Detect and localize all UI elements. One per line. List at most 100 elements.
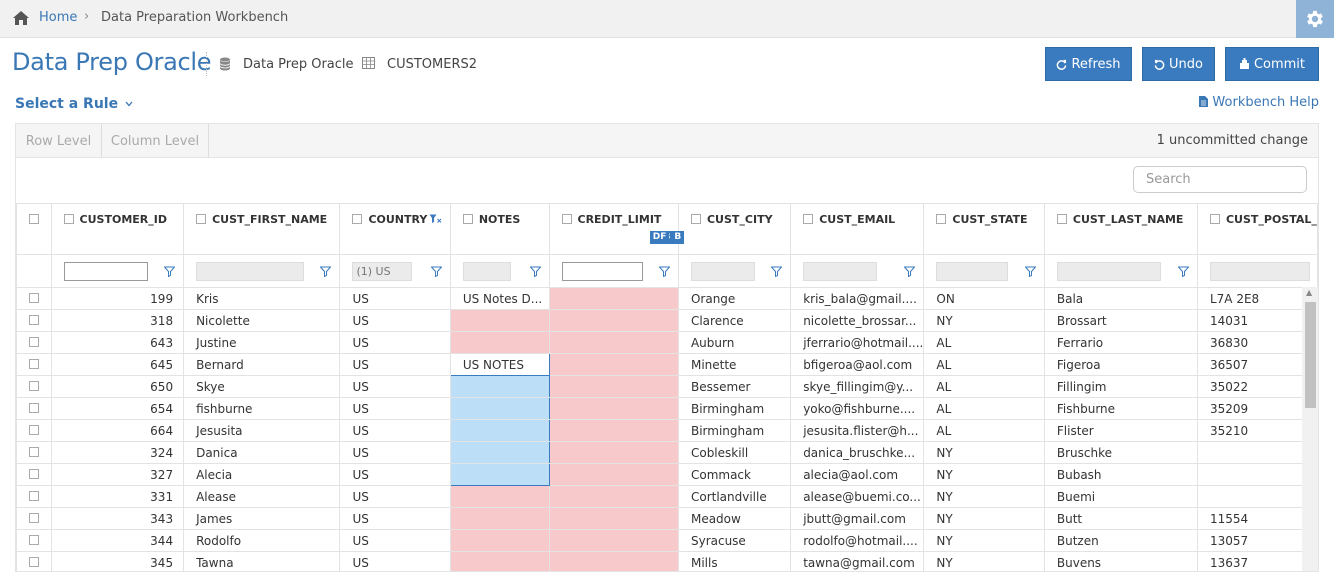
cell-state[interactable]: NY bbox=[923, 309, 1045, 332]
tab-column-level[interactable]: Column Level bbox=[102, 124, 209, 158]
row-checkbox[interactable] bbox=[28, 534, 39, 545]
cell-last-name[interactable]: Bala bbox=[1043, 287, 1198, 310]
table-row[interactable]: 643 Justine US Auburn jferrario@hotmail.... A… bbox=[16, 331, 1318, 354]
cell-country[interactable]: US bbox=[339, 529, 451, 552]
tab-row-level[interactable]: Row Level bbox=[16, 124, 102, 158]
cell-credit-limit[interactable] bbox=[548, 419, 679, 442]
column-filter-input[interactable] bbox=[561, 262, 643, 281]
cell-customer-id[interactable]: 645 bbox=[50, 353, 185, 376]
cell-notes[interactable] bbox=[449, 529, 550, 552]
table-row[interactable]: 331 Alease US Cortlandville alease@buemi.co.… bbox=[16, 485, 1318, 508]
column-select-checkbox[interactable] bbox=[352, 214, 363, 224]
cell-email[interactable]: rodolfo@hotmail.... bbox=[790, 529, 925, 552]
filter-icon[interactable] bbox=[771, 266, 783, 277]
cell-first-name[interactable]: Tawna bbox=[183, 551, 341, 571]
row-checkbox[interactable] bbox=[28, 402, 39, 413]
cell-city[interactable]: Orange bbox=[677, 287, 792, 310]
cell-city[interactable]: Mills bbox=[677, 551, 792, 571]
column-filter-input[interactable] bbox=[63, 262, 148, 281]
column-filter-input[interactable] bbox=[690, 262, 755, 281]
cell-email[interactable]: skye_fillingim@y... bbox=[790, 375, 925, 398]
cell-notes[interactable] bbox=[449, 463, 550, 486]
filter-icon[interactable] bbox=[1024, 266, 1036, 277]
cell-customer-id[interactable]: 643 bbox=[50, 331, 185, 354]
cell-country[interactable]: US bbox=[339, 419, 451, 442]
filter-icon[interactable] bbox=[430, 266, 442, 277]
cell-email[interactable]: nicolette_brossar... bbox=[790, 309, 925, 332]
cell-last-name[interactable]: Bubash bbox=[1043, 463, 1198, 486]
cell-country[interactable]: US bbox=[339, 353, 451, 376]
cell-last-name[interactable]: Buemi bbox=[1043, 485, 1198, 508]
cell-city[interactable]: Birmingham bbox=[677, 419, 792, 442]
cell-last-name[interactable]: Fillingim bbox=[1043, 375, 1198, 398]
cell-credit-limit[interactable] bbox=[548, 353, 679, 376]
cell-first-name[interactable]: fishburne bbox=[183, 397, 341, 420]
refresh-button[interactable]: Refresh bbox=[1045, 47, 1132, 81]
cell-first-name[interactable]: Skye bbox=[183, 375, 341, 398]
row-checkbox[interactable] bbox=[28, 424, 39, 435]
cell-first-name[interactable]: Kris bbox=[183, 287, 341, 310]
cell-credit-limit[interactable] bbox=[548, 309, 679, 332]
cell-customer-id[interactable]: 650 bbox=[50, 375, 185, 398]
column-filter-input[interactable] bbox=[1209, 262, 1310, 281]
cell-state[interactable]: AL bbox=[923, 331, 1045, 354]
cell-first-name[interactable]: Danica bbox=[183, 441, 341, 464]
cell-customer-id[interactable]: 327 bbox=[50, 463, 185, 486]
column-select-checkbox[interactable] bbox=[561, 214, 572, 224]
cell-email[interactable]: jesusita.flister@h... bbox=[790, 419, 925, 442]
column-filter-input[interactable] bbox=[352, 262, 413, 281]
column-filter-input[interactable] bbox=[196, 262, 305, 281]
filter-icon[interactable] bbox=[320, 266, 332, 277]
filter-icon[interactable] bbox=[1177, 266, 1189, 277]
undo-button[interactable]: Undo bbox=[1142, 47, 1215, 81]
row-checkbox[interactable] bbox=[28, 468, 39, 479]
cell-state[interactable]: NY bbox=[923, 529, 1045, 552]
cell-last-name[interactable]: Butzen bbox=[1043, 529, 1198, 552]
table-row[interactable]: 654 fishburne US Birmingham yoko@fishburne..… bbox=[16, 397, 1318, 420]
cell-first-name[interactable]: James bbox=[183, 507, 341, 530]
search-input[interactable] bbox=[1133, 166, 1307, 193]
cell-country[interactable]: US bbox=[339, 441, 451, 464]
cell-city[interactable]: Syracuse bbox=[677, 529, 792, 552]
cell-country[interactable]: US bbox=[339, 507, 451, 530]
cell-notes[interactable] bbox=[449, 485, 550, 508]
home-icon[interactable] bbox=[12, 10, 30, 26]
cell-notes[interactable] bbox=[449, 397, 550, 420]
cell-city[interactable]: Clarence bbox=[677, 309, 792, 332]
cell-notes[interactable] bbox=[449, 375, 550, 398]
row-checkbox[interactable] bbox=[28, 358, 39, 369]
cell-city[interactable]: Cobleskill bbox=[677, 441, 792, 464]
cell-postal[interactable]: 13637 bbox=[1196, 551, 1318, 571]
cell-notes[interactable] bbox=[449, 331, 550, 354]
cell-notes[interactable] bbox=[449, 551, 550, 571]
column-header-notes[interactable]: NOTESB bbox=[449, 203, 674, 255]
cell-customer-id[interactable]: 324 bbox=[50, 441, 185, 464]
cell-email[interactable]: yoko@fishburne.... bbox=[790, 397, 925, 420]
cell-customer-id[interactable]: 345 bbox=[50, 551, 185, 571]
cell-credit-limit[interactable] bbox=[548, 375, 679, 398]
cell-credit-limit[interactable] bbox=[548, 463, 679, 486]
cell-country[interactable]: US bbox=[339, 463, 451, 486]
column-header-state[interactable]: CUST_STATE bbox=[923, 203, 1045, 255]
cell-customer-id[interactable]: 654 bbox=[50, 397, 185, 420]
commit-button[interactable]: Commit bbox=[1225, 47, 1319, 81]
table-row[interactable]: 318 Nicolette US Clarence nicolette_brossar.… bbox=[16, 309, 1318, 332]
cell-customer-id[interactable]: 331 bbox=[50, 485, 185, 508]
column-header-city[interactable]: CUST_CITY bbox=[677, 203, 792, 255]
cell-country[interactable]: US bbox=[339, 309, 451, 332]
cell-city[interactable]: Birmingham bbox=[677, 397, 792, 420]
table-row[interactable]: 324 Danica US Cobleskill danica_bruschke... N… bbox=[16, 441, 1318, 464]
cell-notes[interactable] bbox=[449, 309, 550, 332]
cell-credit-limit[interactable] bbox=[548, 529, 679, 552]
table-row[interactable]: 343 James US Meadow jbutt@gmail.com NY Butt 115… bbox=[16, 507, 1318, 530]
cell-postal[interactable]: 14031 bbox=[1196, 309, 1318, 332]
cell-country[interactable]: US bbox=[339, 375, 451, 398]
cell-country[interactable]: US bbox=[339, 551, 451, 571]
column-header-credit-limit[interactable]: CREDIT_LIMIT DF B bbox=[548, 203, 685, 255]
cell-first-name[interactable]: Nicolette bbox=[183, 309, 341, 332]
cell-state[interactable]: NY bbox=[923, 441, 1045, 464]
cell-first-name[interactable]: Jesusita bbox=[183, 419, 341, 442]
filter-icon[interactable] bbox=[658, 266, 670, 277]
cell-last-name[interactable]: Buvens bbox=[1043, 551, 1198, 571]
column-header-first-name[interactable]: CUST_FIRST_NAME bbox=[183, 203, 341, 255]
